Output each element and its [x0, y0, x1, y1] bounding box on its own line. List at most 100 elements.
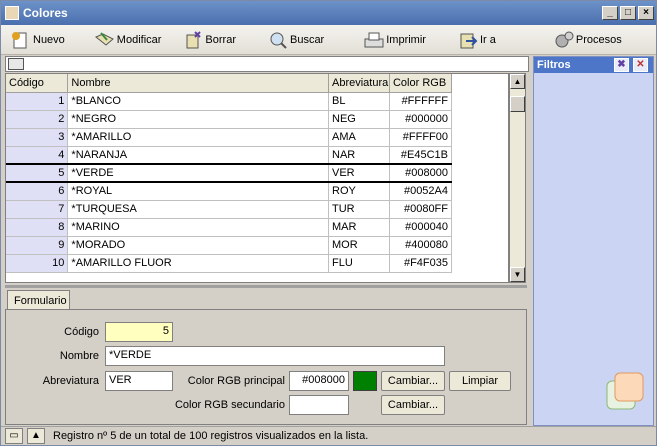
grid-vertical-scrollbar[interactable]: ▲ ▼	[509, 73, 526, 283]
cambiar-secundario-button[interactable]: Cambiar...	[381, 395, 445, 415]
edit-folder-icon	[94, 31, 115, 49]
cell-codigo[interactable]: 1	[6, 92, 69, 111]
imprimir-button[interactable]: Imprimir	[358, 27, 432, 53]
cell-rgb[interactable]: #F4F035	[389, 254, 453, 273]
cell-rgb[interactable]: #000000	[389, 110, 453, 129]
cell-nombre[interactable]: *AMARILLO	[67, 128, 329, 147]
abreviatura-label: Abreviatura	[42, 375, 99, 387]
buscar-label: Buscar	[289, 33, 325, 46]
cell-codigo[interactable]: 8	[6, 218, 69, 237]
cell-abreviatura[interactable]: ROY	[328, 182, 390, 201]
cell-rgb[interactable]: #0080FF	[389, 200, 453, 219]
ira-button[interactable]: Ir a	[452, 27, 502, 53]
cell-nombre[interactable]: *ROYAL	[67, 182, 329, 201]
clear-filters-icon[interactable]: ✖	[614, 58, 629, 72]
borrar-button[interactable]: Borrar	[177, 27, 242, 53]
column-header-codigo[interactable]: Código	[6, 74, 69, 93]
codigo-field[interactable]: 5	[105, 322, 173, 342]
table-row[interactable]: 9 *MORADO MOR #400080	[6, 236, 453, 255]
table-row[interactable]: 6 *ROYAL ROY #0052A4	[6, 182, 453, 201]
cell-nombre[interactable]: *MORADO	[67, 236, 329, 255]
cell-abreviatura[interactable]: NEG	[328, 110, 390, 129]
cell-abreviatura[interactable]: BL	[328, 92, 390, 111]
cell-codigo[interactable]: 4	[6, 146, 69, 165]
rgb-secundario-label: Color RGB secundario	[174, 399, 285, 411]
close-button[interactable]: ×	[638, 6, 654, 20]
column-header-abreviatura[interactable]: Abreviatura	[328, 74, 390, 93]
nombre-label: Nombre	[59, 350, 99, 362]
cell-codigo[interactable]: 10	[6, 254, 69, 273]
cell-abreviatura[interactable]: TUR	[328, 200, 390, 219]
column-header-nombre[interactable]: Nombre	[67, 74, 329, 93]
cell-nombre[interactable]: *NARANJA	[67, 146, 329, 165]
table-row[interactable]: 5 *VERDE VER #008000	[6, 163, 453, 183]
scroll-thumb[interactable]	[510, 96, 525, 112]
cell-nombre[interactable]: *VERDE	[67, 163, 329, 183]
close-filters-icon[interactable]: ✕	[633, 58, 648, 72]
cell-abreviatura[interactable]: FLU	[328, 254, 390, 273]
status-bar: ▭ ▲ Registro nº 5 de un total de 100 reg…	[1, 426, 656, 445]
maximize-button[interactable]: □	[620, 6, 636, 20]
splitter[interactable]	[5, 285, 527, 288]
cell-rgb[interactable]: #E45C1B	[389, 146, 453, 165]
cambiar-principal-button[interactable]: Cambiar...	[381, 371, 445, 391]
cell-abreviatura[interactable]: AMA	[328, 128, 390, 147]
quick-filter-bar[interactable]	[5, 56, 529, 72]
app-window: Colores _ □ × Nuevo Modificar Borrar Bus…	[0, 0, 657, 446]
table-row[interactable]: 7 *TURQUESA TUR #0080FF	[6, 200, 453, 219]
cell-rgb[interactable]: #FFFFFF	[389, 92, 453, 111]
table-row[interactable]: 4 *NARANJA NAR #E45C1B	[6, 146, 453, 165]
cell-nombre[interactable]: *NEGRO	[67, 110, 329, 129]
cell-rgb[interactable]: #0052A4	[389, 182, 453, 201]
cell-abreviatura[interactable]: VER	[328, 163, 390, 183]
table-row[interactable]: 3 *AMARILLO AMA #FFFF00	[6, 128, 453, 147]
cell-codigo[interactable]: 3	[6, 128, 69, 147]
table-row[interactable]: 1 *BLANCO BL #FFFFFF	[6, 92, 453, 111]
toolbar: Nuevo Modificar Borrar Buscar Imprimir I…	[1, 25, 656, 55]
table-row[interactable]: 8 *MARINO MAR #000040	[6, 218, 453, 237]
cell-rgb[interactable]: #008000	[389, 163, 453, 183]
abreviatura-field[interactable]: VER	[105, 371, 173, 391]
title-bar: Colores _ □ ×	[1, 1, 656, 25]
cell-rgb[interactable]: #400080	[389, 236, 453, 255]
color-swatch	[353, 371, 377, 391]
table-row[interactable]: 2 *NEGRO NEG #000000	[6, 110, 453, 129]
nuevo-button[interactable]: Nuevo	[5, 27, 71, 53]
cell-rgb[interactable]: #000040	[389, 218, 453, 237]
cell-codigo[interactable]: 6	[6, 182, 69, 201]
cell-rgb[interactable]: #FFFF00	[389, 128, 453, 147]
new-document-icon	[11, 31, 31, 49]
cell-nombre[interactable]: *AMARILLO FLUOR	[67, 254, 329, 273]
cell-abreviatura[interactable]: MAR	[328, 218, 390, 237]
scroll-up-arrow[interactable]: ▲	[510, 74, 525, 89]
minimize-button[interactable]: _	[602, 6, 618, 20]
scroll-down-arrow[interactable]: ▼	[510, 267, 525, 282]
cell-codigo[interactable]: 9	[6, 236, 69, 255]
limpiar-button[interactable]: Limpiar	[449, 371, 511, 391]
cell-abreviatura[interactable]: NAR	[328, 146, 390, 165]
cell-nombre[interactable]: *MARINO	[67, 218, 329, 237]
delete-bin-icon	[183, 30, 203, 49]
rgb-secundario-field[interactable]	[289, 395, 349, 415]
cell-codigo[interactable]: 2	[6, 110, 69, 129]
cell-codigo[interactable]: 7	[6, 200, 69, 219]
column-header-rgb[interactable]: Color RGB	[389, 74, 453, 93]
app-icon	[5, 6, 19, 20]
table-row[interactable]: 10 *AMARILLO FLUOR FLU #F4F035	[6, 254, 453, 273]
cell-codigo[interactable]: 5	[6, 163, 69, 183]
cell-nombre[interactable]: *BLANCO	[67, 92, 329, 111]
rgb-principal-field[interactable]: #008000	[289, 371, 349, 391]
records-grid: Código Nombre Abreviatura Color RGB 1 *BL…	[5, 73, 509, 283]
filters-header: Filtros ✖ ✕	[534, 57, 653, 73]
grid-options-icon[interactable]	[8, 58, 24, 70]
buscar-button[interactable]: Buscar	[262, 27, 330, 53]
procesos-button[interactable]: Procesos	[548, 27, 628, 53]
modificar-button[interactable]: Modificar	[89, 27, 168, 53]
app-logo	[605, 371, 645, 415]
tab-formulario[interactable]: Formulario	[7, 290, 70, 310]
cell-nombre[interactable]: *TURQUESA	[67, 200, 329, 219]
nombre-field[interactable]: *VERDE	[105, 346, 445, 366]
chevron-up-icon[interactable]: ▲	[27, 428, 45, 444]
folder-icon[interactable]: ▭	[5, 428, 23, 444]
cell-abreviatura[interactable]: MOR	[328, 236, 390, 255]
